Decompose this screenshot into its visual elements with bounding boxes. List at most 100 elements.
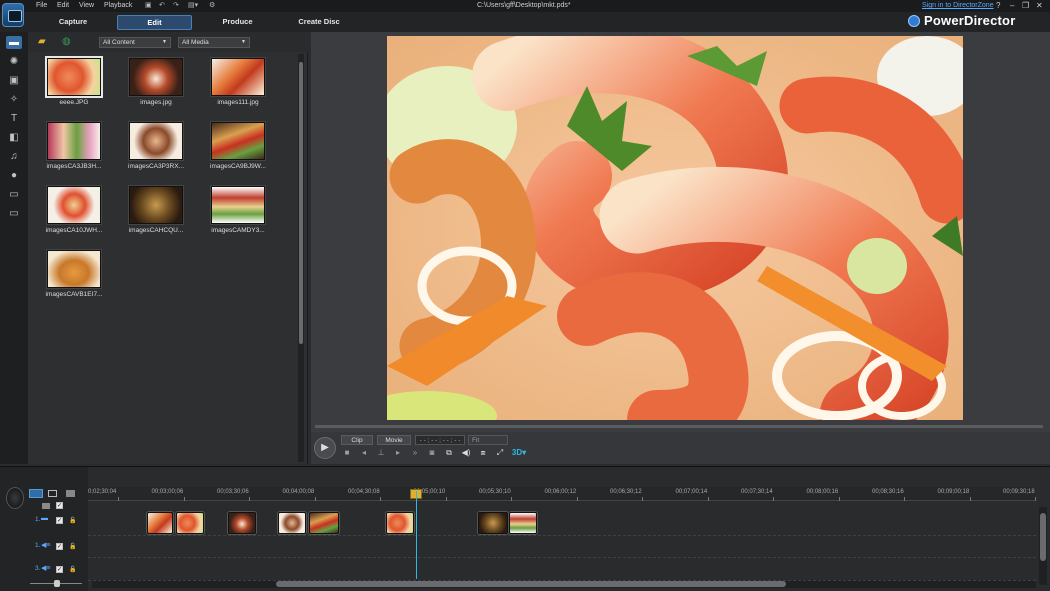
timeline-clip[interactable]: [147, 512, 173, 534]
timeline-horizontal-thumb[interactable]: [276, 581, 786, 587]
chapter-room-icon[interactable]: ▭: [6, 188, 22, 201]
timeline-clip[interactable]: [386, 512, 414, 534]
download-globe-icon[interactable]: ◍: [62, 36, 76, 47]
ruler-tick-label: 00;07;30;14: [741, 489, 773, 495]
library-thumbnail[interactable]: [129, 122, 183, 160]
library-item[interactable]: imagesCA3P3RX...: [120, 122, 192, 170]
timeline-clip[interactable]: [478, 512, 508, 534]
library-thumbnail[interactable]: [47, 250, 101, 288]
library-item[interactable]: images.jpg: [120, 58, 192, 106]
timeline-clip[interactable]: [228, 512, 256, 534]
timeline-clip[interactable]: [278, 512, 306, 534]
audio-mixing-icon[interactable]: ♫: [6, 150, 22, 163]
timeline-clip[interactable]: [309, 512, 339, 534]
library-thumbnail[interactable]: [129, 186, 183, 224]
zoom-fit-dropdown[interactable]: Fit: [468, 435, 508, 445]
storyboard-view-icon[interactable]: [48, 490, 57, 497]
save-icon[interactable]: ▣: [145, 2, 153, 9]
timeline-track[interactable]: [88, 559, 1036, 581]
voice-over-icon[interactable]: ●: [6, 169, 22, 182]
library-scroll-thumb[interactable]: [299, 62, 303, 344]
title-room-icon[interactable]: T: [6, 112, 22, 125]
zoom-knob[interactable]: [54, 580, 60, 587]
layout-icon[interactable]: ▤▾: [188, 2, 200, 9]
undo-icon[interactable]: ↶: [159, 2, 167, 9]
menu-file[interactable]: File: [36, 2, 47, 9]
transition-room-icon[interactable]: ◧: [6, 131, 22, 144]
library-item[interactable]: images111.jpg: [202, 58, 274, 106]
particle-room-icon[interactable]: ✧: [6, 93, 22, 106]
play-button[interactable]: ▶: [314, 437, 336, 459]
library-thumbnail[interactable]: [211, 186, 265, 224]
content-filter-dropdown[interactable]: All Content ▼: [99, 37, 171, 48]
volume-icon[interactable]: ◀): [461, 448, 471, 458]
track-lock-icon[interactable]: 🔓: [69, 517, 76, 524]
library-item[interactable]: imagesCA9BJ9W...: [202, 122, 274, 170]
stop-icon[interactable]: ■: [342, 448, 352, 458]
menu-playback[interactable]: Playback: [104, 2, 132, 9]
preview-seek-bar[interactable]: [315, 425, 1043, 428]
pip-room-icon[interactable]: ▣: [6, 74, 22, 87]
library-item[interactable]: eeee.JPG: [38, 58, 110, 106]
3d-toggle[interactable]: 3D▾: [510, 448, 528, 458]
movie-mode-button[interactable]: Movie: [377, 435, 411, 445]
library-item[interactable]: imagesCA10JWH...: [38, 186, 110, 234]
tab-produce[interactable]: Produce: [210, 15, 265, 30]
effect-room-icon[interactable]: ✺: [6, 55, 22, 68]
clip-mode-button[interactable]: Clip: [341, 435, 373, 445]
track-enable-checkbox[interactable]: ✓: [56, 566, 63, 573]
timeline-clip[interactable]: [176, 512, 204, 534]
timeline-horizontal-scrollbar[interactable]: [92, 580, 1036, 588]
library-thumbnail[interactable]: [47, 58, 101, 96]
library-scrollbar[interactable]: [298, 54, 304, 462]
timeline-zoom-slider[interactable]: [30, 580, 82, 588]
library-item[interactable]: imagesCAVB1EI7...: [38, 250, 110, 298]
library-item[interactable]: imagesCA3JB3H...: [38, 122, 110, 170]
library-thumbnail[interactable]: [129, 58, 183, 96]
restore-icon[interactable]: ❐: [1022, 1, 1029, 10]
undock-icon[interactable]: ⧈: [478, 448, 488, 458]
split-icon[interactable]: ⊥: [376, 448, 386, 458]
snapshot-icon[interactable]: ◙: [427, 448, 437, 458]
track-enable-checkbox[interactable]: ✓: [56, 517, 63, 524]
media-room-icon[interactable]: ▬: [6, 36, 22, 49]
library-thumbnail[interactable]: [47, 122, 101, 160]
timeline-vertical-thumb[interactable]: [1040, 513, 1046, 561]
timeline-ruler[interactable]: 0;02;30;04 00;03;00;06 00;03;30;06 00;04;00…: [88, 487, 1036, 501]
add-track-icon[interactable]: [66, 490, 75, 497]
timeline-view-icon[interactable]: [29, 489, 43, 498]
tab-capture[interactable]: Capture: [44, 15, 102, 30]
fast-forward-icon[interactable]: »: [410, 448, 420, 458]
sign-in-link[interactable]: Sign in to DirectorZone: [922, 2, 994, 9]
timeline-clip[interactable]: [509, 512, 537, 534]
help-icon[interactable]: ?: [996, 1, 1000, 10]
track-lock-icon[interactable]: 🔓: [69, 543, 76, 550]
tab-create-disc[interactable]: Create Disc: [290, 15, 348, 30]
import-folder-icon[interactable]: ▰: [38, 36, 52, 47]
minimize-icon[interactable]: –: [1010, 1, 1014, 10]
media-filter-dropdown[interactable]: All Media ▼: [178, 37, 250, 48]
previous-frame-icon[interactable]: ◂: [359, 448, 369, 458]
menu-view[interactable]: View: [79, 2, 94, 9]
menu-edit[interactable]: Edit: [57, 2, 69, 9]
library-thumbnail[interactable]: [47, 186, 101, 224]
library-thumbnail[interactable]: [211, 122, 265, 160]
settings-gear-icon[interactable]: ⚙: [209, 2, 217, 9]
redo-icon[interactable]: ↷: [173, 2, 181, 9]
all-tracks-checkbox[interactable]: ✓: [56, 502, 63, 509]
tab-edit[interactable]: Edit: [117, 15, 192, 30]
track-manager-icon[interactable]: [42, 503, 50, 509]
track-enable-checkbox[interactable]: ✓: [56, 543, 63, 550]
timecode-display[interactable]: - - ; - - ; - - ; - -: [415, 435, 465, 445]
library-item[interactable]: imagesCAHCQU...: [120, 186, 192, 234]
subtitle-room-icon[interactable]: ▭: [6, 207, 22, 220]
track-lock-icon[interactable]: 🔓: [69, 566, 76, 573]
library-item[interactable]: imagesCAMDY3...: [202, 186, 274, 234]
fullscreen-icon[interactable]: ⤢: [495, 448, 505, 458]
timeline-track[interactable]: [88, 536, 1036, 558]
display-area-icon[interactable]: ⧉: [444, 448, 454, 458]
timeline-vertical-scrollbar[interactable]: [1039, 507, 1047, 585]
library-thumbnail[interactable]: [211, 58, 265, 96]
next-frame-icon[interactable]: ▸: [393, 448, 403, 458]
close-icon[interactable]: ✕: [1036, 1, 1043, 10]
